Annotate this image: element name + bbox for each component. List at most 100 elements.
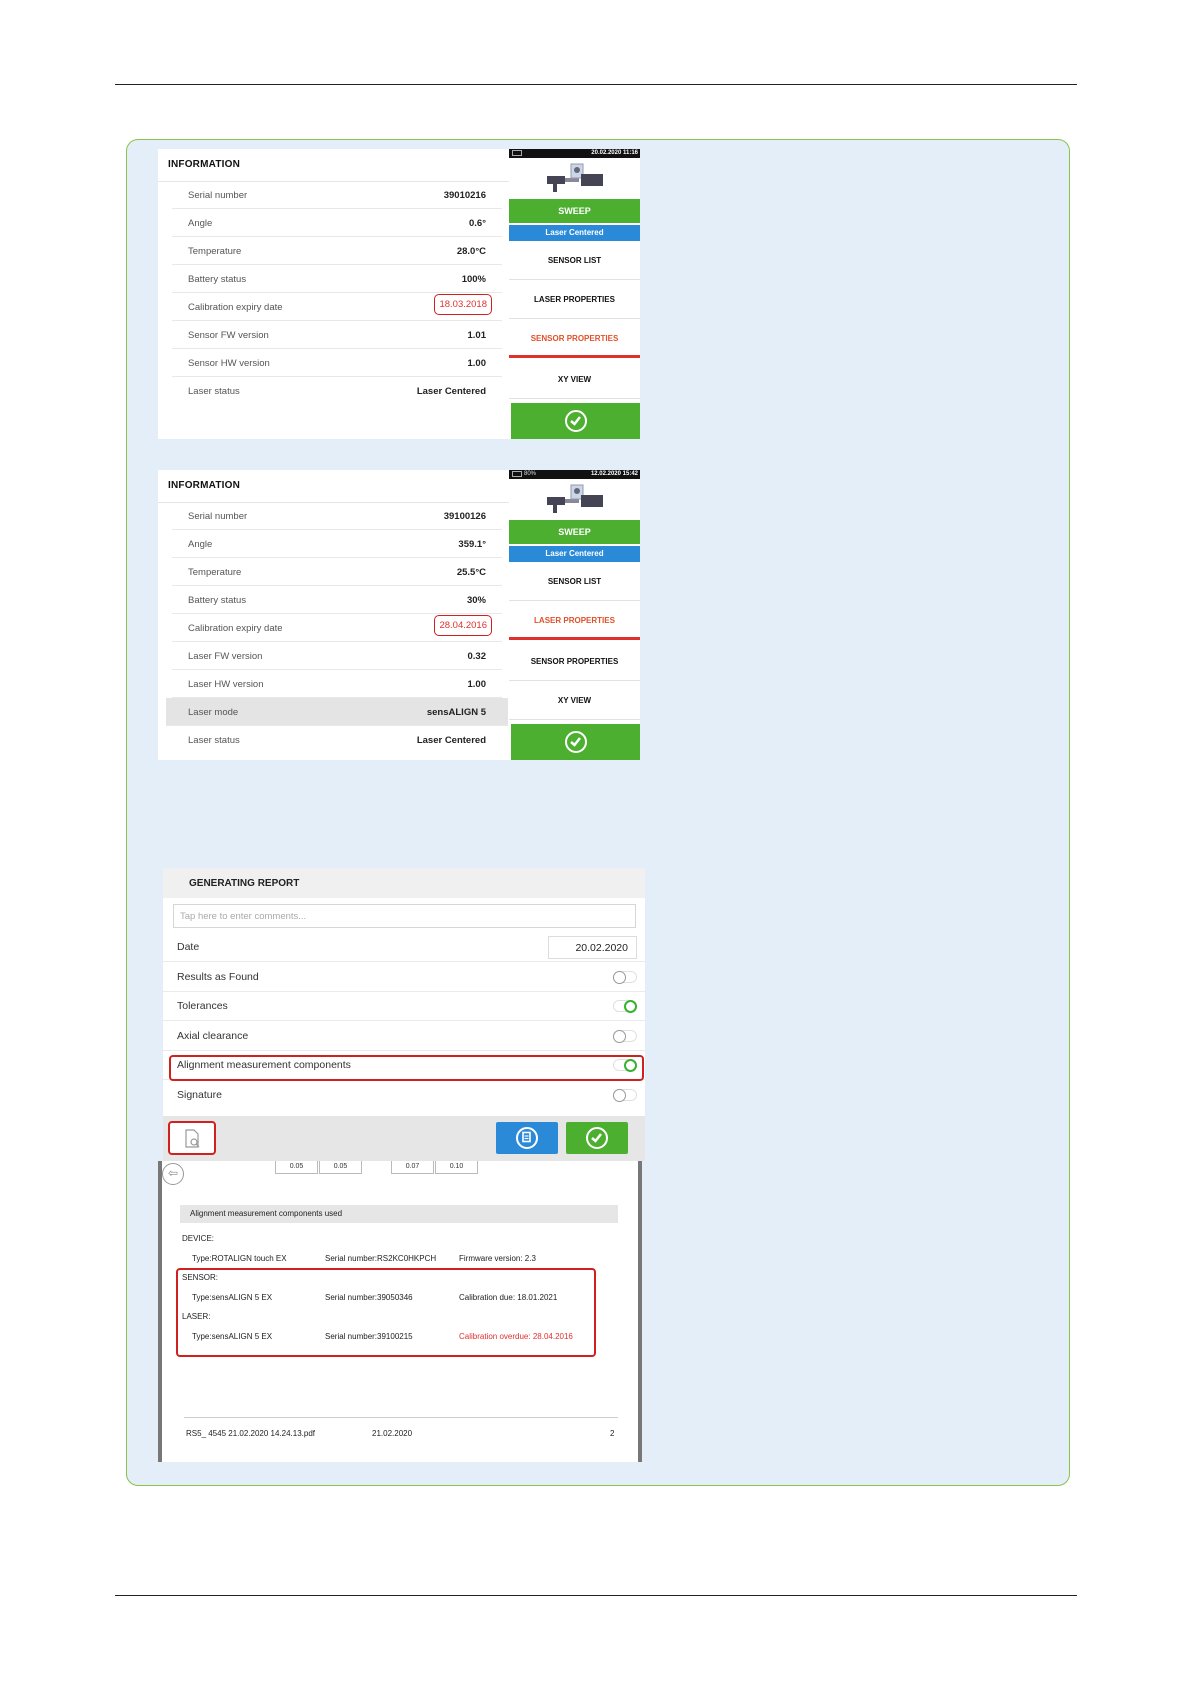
info-label: Laser status	[188, 386, 240, 397]
info-value: 1.01	[467, 330, 487, 341]
document-icon	[516, 1127, 538, 1149]
sensor-calibration: Calibration due: 18.01.2021	[459, 1293, 558, 1302]
machine-train-icon	[547, 484, 603, 513]
confirm-button[interactable]	[511, 724, 640, 760]
info-value: 39010216	[443, 190, 486, 201]
device-firmware: Firmware version: 2.3	[459, 1254, 536, 1263]
sensor-label: SENSOR:	[182, 1273, 219, 1282]
menu-laser-properties[interactable]: LASER PROPERTIES	[509, 281, 640, 319]
header-rule	[115, 84, 1077, 85]
info-value: 25.5°C	[456, 567, 486, 578]
sensor-laser-highlight	[176, 1268, 596, 1357]
menu-laser-properties[interactable]: LASER PROPERTIES	[509, 602, 640, 640]
info-label: Serial number	[188, 190, 248, 201]
menu-sensor-properties[interactable]: SENSOR PROPERTIES	[509, 643, 640, 681]
date-label: Date	[177, 941, 200, 953]
table-cell: 0.05	[319, 1161, 362, 1174]
footer-divider	[184, 1417, 618, 1418]
device-type: Type:ROTALIGN touch EX	[192, 1254, 287, 1263]
machine-train-icon	[547, 163, 603, 192]
alignment-components-highlight	[169, 1055, 644, 1081]
date-field[interactable]: 20.02.2020	[548, 936, 637, 959]
table-cell: 0.07	[391, 1161, 434, 1174]
laser-label: LASER:	[182, 1312, 211, 1321]
menu-sensor-list[interactable]: SENSOR LIST	[509, 242, 640, 280]
menu-sensor-list[interactable]: SENSOR LIST	[509, 563, 640, 601]
signature-toggle[interactable]	[613, 1089, 637, 1102]
info-row: Laser status Laser Centered	[172, 726, 502, 754]
info-title: INFORMATION	[168, 480, 241, 491]
sweep-button[interactable]: SWEEP	[509, 199, 640, 223]
checkmark-icon	[586, 1127, 608, 1149]
status-time: 20.02.2020 11:16	[591, 150, 638, 156]
status-bar: 20.02.2020 11:16	[509, 149, 640, 158]
save-pdf-button[interactable]	[496, 1122, 558, 1154]
info-value: 100%	[461, 274, 486, 285]
comment-input[interactable]: Tap here to enter comments...	[173, 904, 636, 928]
toggle-row: Signature	[163, 1081, 645, 1110]
confirm-report-button[interactable]	[566, 1122, 628, 1154]
table-cell: 0.05	[275, 1161, 318, 1174]
status-bar: 80% 12.02.2020 15:42	[509, 470, 640, 479]
back-arrow-icon[interactable]: ⇦	[162, 1163, 184, 1185]
info-row: Sensor HW version 1.00	[172, 349, 502, 377]
laser-type: Type:sensALIGN 5 EX	[192, 1332, 273, 1341]
pdf-preview: ⇦ 0.05 0.05 0.07 0.10 Alignment measurem…	[158, 1161, 642, 1462]
menu-xy-view[interactable]: XY VIEW	[509, 682, 640, 720]
info-value: 28.0°C	[456, 246, 486, 257]
info-label: Angle	[188, 218, 213, 229]
info-label: Serial number	[188, 511, 248, 522]
menu-sensor-properties[interactable]: SENSOR PROPERTIES	[509, 320, 640, 358]
info-row: Battery status 100%	[172, 265, 502, 293]
footer-rule	[115, 1595, 1077, 1596]
info-value: 0.32	[467, 651, 487, 662]
axial-clearance-toggle[interactable]	[613, 1030, 637, 1043]
info-label: Laser mode	[188, 707, 239, 718]
calibration-date-highlight: 28.04.2016	[434, 615, 492, 636]
info-value: Laser Centered	[416, 386, 486, 397]
info-value: sensALIGN 5	[426, 707, 486, 718]
info-label: Laser FW version	[188, 651, 263, 662]
laser-centered-badge: Laser Centered	[509, 546, 640, 562]
toggle-label: Tolerances	[177, 1000, 228, 1012]
battery-level: 80%	[524, 471, 537, 477]
device-menu: 80% 12.02.2020 15:42 SWEEP Laser Centered…	[509, 470, 640, 760]
info-value: Laser Centered	[416, 735, 486, 746]
info-row: Angle 0.6°	[172, 209, 502, 237]
laser-info-screen: INFORMATION Serial number 39100126 Angle 3…	[158, 470, 640, 760]
results-as-found-toggle[interactable]	[613, 971, 637, 984]
info-row: Calibration expiry date 18.03.2018	[172, 293, 502, 321]
footer-date: 21.02.2020	[372, 1429, 413, 1438]
info-row: Battery status 30%	[172, 586, 502, 614]
info-row: Sensor FW version 1.01	[172, 321, 502, 349]
info-label: Angle	[188, 539, 213, 550]
device-serial: Serial number:RS2KC0HKPCH	[325, 1254, 437, 1263]
preview-report-button[interactable]	[168, 1121, 216, 1155]
info-label: Calibration expiry date	[188, 623, 283, 634]
info-row-selected[interactable]: Laser mode sensALIGN 5	[166, 698, 508, 726]
info-label: Sensor HW version	[188, 358, 270, 369]
info-row: Calibration expiry date 28.04.2016	[172, 614, 502, 642]
laser-calibration-overdue: Calibration overdue: 28.04.2016	[459, 1332, 573, 1341]
info-label: Sensor FW version	[188, 330, 269, 341]
confirm-button[interactable]	[511, 403, 640, 439]
footer-filename: RS5_ 4545 21.02.2020 14.24.13.pdf	[186, 1429, 315, 1438]
info-row: Angle 359.1°	[172, 530, 502, 558]
date-row: Date 20.02.2020	[163, 933, 645, 962]
info-label: Battery status	[188, 595, 247, 606]
info-row: Laser FW version 0.32	[172, 642, 502, 670]
info-value: 30%	[466, 595, 486, 606]
toggle-row: Axial clearance	[163, 1022, 645, 1051]
sensor-type: Type:sensALIGN 5 EX	[192, 1293, 273, 1302]
info-value: 1.00	[467, 679, 487, 690]
battery-icon	[512, 471, 522, 477]
tolerances-toggle[interactable]	[613, 1000, 637, 1013]
laser-serial: Serial number:39100215	[325, 1332, 413, 1341]
sweep-button[interactable]: SWEEP	[509, 520, 640, 544]
table-cell: 0.10	[435, 1161, 478, 1174]
generating-report-screen: GENERATING REPORT Tap here to enter comm…	[163, 868, 645, 1161]
info-label: Temperature	[188, 567, 242, 578]
section-header: Alignment measurement components used	[180, 1205, 618, 1223]
menu-xy-view[interactable]: XY VIEW	[509, 361, 640, 399]
info-row: Serial number 39100126	[172, 502, 502, 530]
